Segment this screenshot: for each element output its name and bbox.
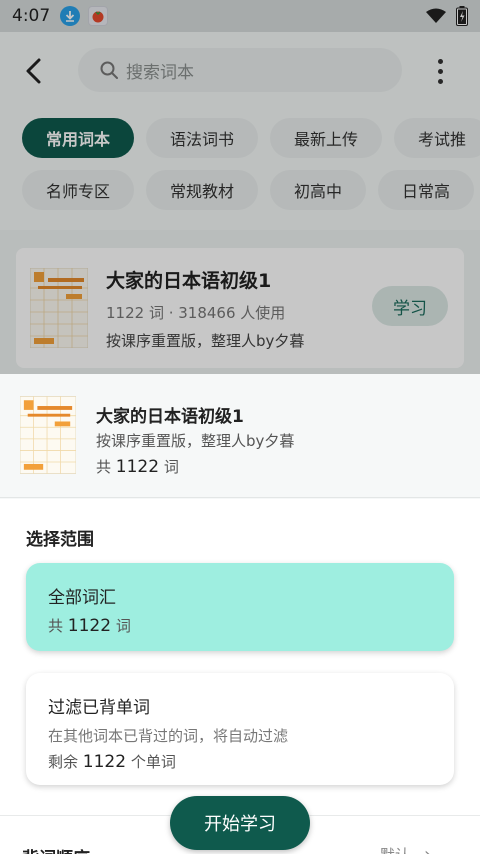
option-title: 全部词汇 [48, 588, 116, 608]
count-unit: 个单词 [130, 753, 176, 771]
option-count: 剩余 1122 个单词 [48, 751, 176, 772]
sheet-book-title: 大家的日本语初级1 [96, 407, 244, 427]
start-learning-button[interactable]: 开始学习 [170, 796, 310, 850]
study-options-sheet: 大家的日本语初级1 按课序重置版，整理人by夕暮 共 1122 词 选择范围 全… [0, 374, 480, 854]
chevron-right-icon: › [424, 844, 431, 854]
option-filter-learned[interactable]: 过滤已背单词 在其他词本已背过的词，将自动过滤 剩余 1122 个单词 [26, 673, 454, 785]
book-cover-image [20, 396, 76, 474]
option-description: 在其他词本已背过的词，将自动过滤 [48, 727, 289, 745]
option-title: 过滤已背单词 [48, 698, 150, 718]
sheet-book-description: 按课序重置版，整理人by夕暮 [96, 432, 295, 450]
count-number: 1122 [115, 457, 160, 477]
count-prefix: 共 [96, 458, 112, 476]
order-value: 默认 [380, 844, 410, 854]
count-prefix: 剩余 [48, 753, 79, 771]
range-label: 选择范围 [26, 530, 94, 550]
sheet-header: 大家的日本语初级1 按课序重置版，整理人by夕暮 共 1122 词 [0, 374, 480, 498]
option-count: 共 1122 词 [48, 615, 131, 636]
count-prefix: 共 [48, 617, 64, 635]
count-number: 1122 [82, 752, 127, 772]
sheet-word-count: 共 1122 词 [96, 456, 179, 477]
count-number: 1122 [67, 616, 112, 636]
option-all-words[interactable]: 全部词汇 共 1122 词 [26, 563, 454, 651]
count-unit: 词 [115, 617, 131, 635]
order-label: 背词顺序 [22, 844, 90, 854]
count-unit: 词 [163, 458, 179, 476]
